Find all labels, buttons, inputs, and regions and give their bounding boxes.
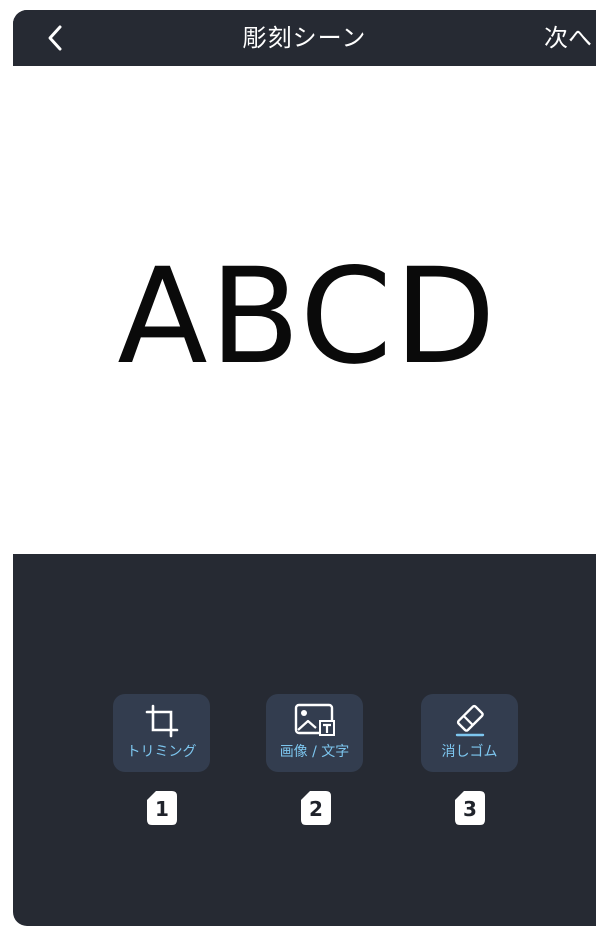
- page-title: 彫刻シーン: [242, 24, 367, 52]
- image-text-tool-button[interactable]: 画像 / 文字: [266, 694, 363, 772]
- step-number-3: 3: [463, 797, 477, 821]
- crop-icon: [145, 704, 178, 738]
- crop-tool-label: トリミング: [126, 744, 197, 760]
- editor-screen: 彫刻シーン 次へ ABCD トリミング 1 画像 / 文字 2 消しゴム 3: [13, 10, 596, 926]
- image-text-icon: [294, 703, 335, 736]
- next-button[interactable]: 次へ: [544, 23, 592, 53]
- step-number-1: 1: [155, 797, 169, 821]
- tool-bar: トリミング 1 画像 / 文字 2 消しゴム 3: [13, 694, 596, 825]
- step-badge-3: 3: [455, 791, 485, 825]
- step-badge-1: 1: [147, 791, 177, 825]
- eraser-icon: [455, 704, 484, 737]
- canvas-text[interactable]: ABCD: [117, 240, 497, 394]
- step-badge-2: 2: [301, 791, 331, 825]
- header-bar: 彫刻シーン 次へ: [13, 10, 596, 66]
- crop-tool-button[interactable]: トリミング: [113, 694, 210, 772]
- eraser-tool-label: 消しゴム: [441, 744, 498, 760]
- engraving-canvas[interactable]: ABCD: [13, 66, 596, 554]
- eraser-tool-button[interactable]: 消しゴム: [421, 694, 518, 772]
- image-text-tool-label: 画像 / 文字: [279, 744, 350, 760]
- step-number-2: 2: [309, 797, 323, 821]
